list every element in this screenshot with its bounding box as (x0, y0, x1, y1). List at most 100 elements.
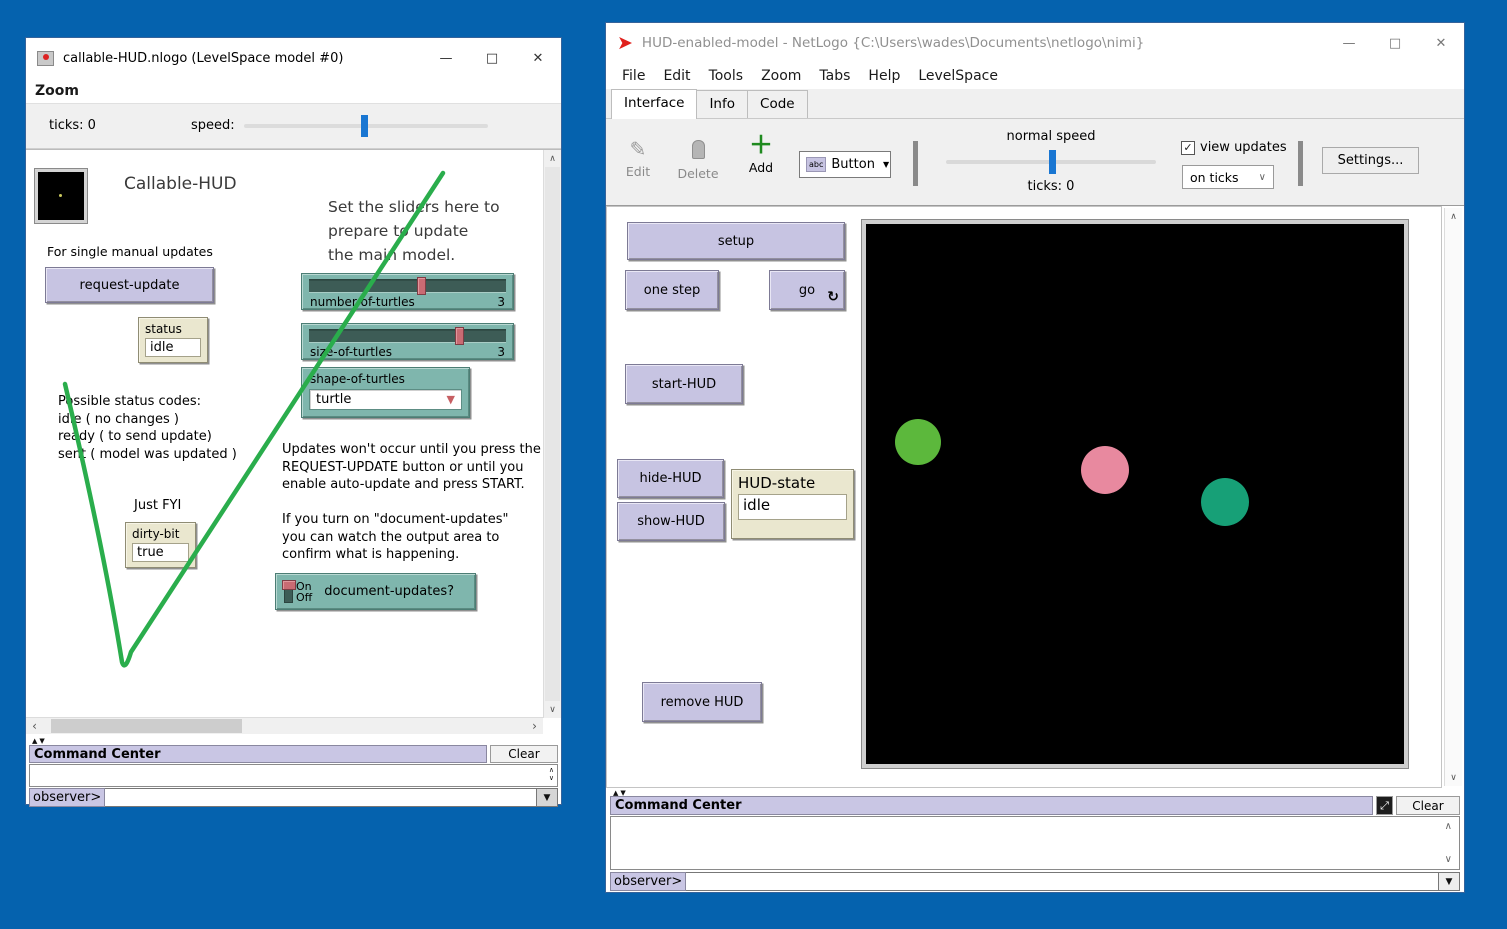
shape-of-turtles-chooser[interactable]: shape-of-turtles turtle ▼ (301, 367, 470, 418)
status-codes-note: Possible status codes: idle ( no changes… (58, 393, 237, 463)
close-icon[interactable]: ✕ (1418, 23, 1464, 63)
left-history-dropdown-icon[interactable]: ▼ (537, 788, 558, 807)
right-vertical-scrollbar[interactable]: ∧ ∨ (1444, 208, 1462, 786)
scroll-up-icon[interactable]: ∧ (1445, 208, 1462, 225)
size-of-turtles-slider[interactable]: size-of-turtles 3 (301, 323, 514, 360)
speed-slider-thumb[interactable] (1049, 150, 1056, 174)
tab-info[interactable]: Info (696, 90, 748, 118)
right-menubar: File Edit Tools Zoom Tabs Help LevelSpac… (606, 63, 1464, 89)
left-command-input[interactable] (105, 788, 537, 807)
status-codes-line: sent ( model was updated ) (58, 446, 237, 464)
left-speed-slider-thumb[interactable] (361, 115, 368, 137)
size-of-turtles-thumb[interactable] (455, 327, 464, 345)
minimize-icon[interactable]: — (1326, 23, 1372, 63)
left-titlebar[interactable]: callable-HUD.nlogo (LevelSpace model #0)… (26, 38, 561, 79)
switch-knob[interactable] (282, 580, 296, 590)
number-of-turtles-label: number-of-turtles (310, 295, 415, 309)
hud-state-monitor: HUD-state idle (731, 469, 854, 539)
left-observer-prompt: observer> (29, 788, 105, 807)
scroll-down-icon[interactable]: ∨ (544, 701, 561, 718)
maximize-icon[interactable]: □ (469, 38, 515, 79)
left-menubar: Zoom (26, 79, 561, 104)
right-history-dropdown-icon[interactable]: ▼ (1439, 872, 1460, 891)
ticks-counter: ticks: 0 (946, 179, 1156, 194)
scroll-up-icon[interactable]: ∧ (544, 150, 561, 167)
note-updates-paragraph: Updates won't occur until you press the … (282, 441, 541, 494)
right-command-center-header: Command Center ⤢ Clear (610, 796, 1460, 815)
menu-edit[interactable]: Edit (654, 68, 699, 84)
widget-type-value: Button (831, 157, 875, 172)
edit-tool[interactable]: ✎ Edit (616, 137, 660, 179)
right-window-title: HUD-enabled-model - NetLogo {C:\Users\wa… (642, 35, 1144, 51)
maximize-icon[interactable]: □ (1372, 23, 1418, 63)
menu-levelspace[interactable]: LevelSpace (909, 68, 1007, 84)
note-set-sliders-line: prepare to update (328, 219, 500, 243)
switch-track[interactable] (284, 581, 293, 603)
left-horizontal-scrollbar[interactable]: ‹ › (26, 717, 543, 734)
left-hscroll-thumb[interactable] (51, 719, 242, 733)
widget-type-select[interactable]: abc Button ▼ (799, 151, 891, 178)
scroll-left-icon[interactable]: ‹ (26, 718, 43, 734)
left-vertical-scrollbar[interactable]: ∧ ∨ (543, 150, 561, 718)
go-button[interactable]: go ↻ (769, 270, 845, 310)
output-scroll-up-icon[interactable]: ∧ (1445, 821, 1454, 832)
update-mode-dropdown-icon: ∨ (1259, 172, 1266, 183)
right-titlebar[interactable]: ➤ HUD-enabled-model - NetLogo {C:\Users\… (606, 23, 1464, 63)
hide-hud-button-label: hide-HUD (639, 471, 701, 486)
start-hud-button[interactable]: start-HUD (625, 364, 743, 404)
left-splitter-handle[interactable]: ▲▼ (32, 737, 47, 745)
size-of-turtles-track[interactable] (309, 329, 506, 342)
show-hud-button[interactable]: show-HUD (617, 502, 725, 541)
update-mode-select[interactable]: on ticks ∨ (1182, 165, 1274, 189)
minimize-icon[interactable]: — (423, 38, 469, 79)
setup-button[interactable]: setup (627, 222, 845, 260)
model-title: Callable-HUD (124, 174, 237, 194)
right-clear-button[interactable]: Clear (1396, 796, 1460, 815)
delete-tool[interactable]: Delete (676, 137, 720, 181)
note-set-sliders: Set the sliders here to prepare to updat… (328, 195, 500, 267)
one-step-button-label: one step (644, 283, 700, 298)
view-updates-checkbox[interactable]: ✓ view updates (1181, 140, 1287, 155)
number-of-turtles-slider[interactable]: number-of-turtles 3 (301, 273, 514, 310)
menu-tabs[interactable]: Tabs (810, 68, 859, 84)
number-of-turtles-thumb[interactable] (417, 277, 426, 295)
mini-view-turtle-dot (59, 194, 62, 197)
right-command-output[interactable]: ∧ ∨ (610, 816, 1460, 870)
left-vscroll-thumb[interactable] (545, 167, 560, 701)
settings-button[interactable]: Settings... (1322, 147, 1419, 174)
widget-select-dropdown-icon: ▼ (883, 160, 889, 169)
right-command-center-title: Command Center (610, 796, 1373, 815)
turtle-circle (1081, 446, 1129, 494)
forever-icon: ↻ (827, 289, 839, 305)
number-of-turtles-track[interactable] (309, 279, 506, 292)
tab-code[interactable]: Code (747, 90, 808, 118)
note-updates-line: Updates won't occur until you press the (282, 441, 541, 459)
output-scroll-icons[interactable]: ∧∨ (549, 766, 554, 782)
request-update-button[interactable]: request-update (45, 267, 214, 303)
right-command-input[interactable] (686, 872, 1439, 891)
toolbar-separator (913, 141, 918, 186)
speed-title: normal speed (946, 129, 1156, 144)
remove-hud-button[interactable]: remove HUD (642, 682, 762, 722)
menu-tools[interactable]: Tools (700, 68, 753, 84)
left-clear-button[interactable]: Clear (490, 745, 558, 763)
close-icon[interactable]: ✕ (515, 38, 561, 79)
left-command-output[interactable]: ∧∨ (29, 764, 558, 787)
menu-zoom[interactable]: Zoom (752, 68, 810, 84)
tab-interface[interactable]: Interface (611, 89, 697, 119)
shape-of-turtles-value: turtle (316, 392, 351, 407)
menu-help[interactable]: Help (859, 68, 909, 84)
menu-file[interactable]: File (613, 68, 654, 84)
world-view[interactable] (862, 220, 1408, 768)
add-tool[interactable]: ＋ Add (739, 133, 783, 175)
scroll-right-icon[interactable]: › (526, 718, 543, 734)
popout-button[interactable]: ⤢ (1376, 796, 1393, 815)
scroll-down-icon[interactable]: ∨ (1445, 769, 1462, 786)
shape-of-turtles-dropdown[interactable]: turtle ▼ (309, 389, 462, 410)
hide-hud-button[interactable]: hide-HUD (617, 459, 724, 498)
view-updates-label: view updates (1200, 140, 1287, 155)
output-scroll-down-icon[interactable]: ∨ (1445, 854, 1454, 865)
document-updates-switch[interactable]: On Off document-updates? (275, 573, 476, 610)
one-step-button[interactable]: one step (625, 270, 719, 310)
menu-zoom[interactable]: Zoom (26, 83, 88, 99)
